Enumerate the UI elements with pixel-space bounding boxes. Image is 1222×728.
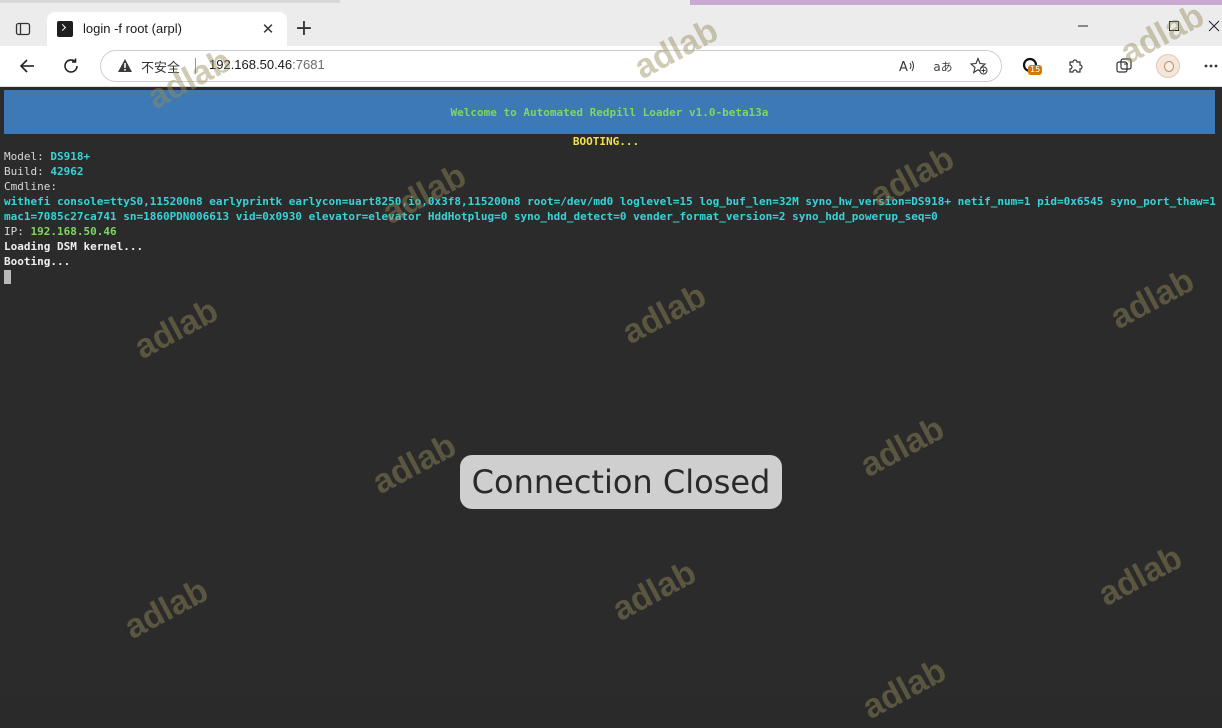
menu-button[interactable] — [1200, 52, 1222, 80]
svg-text:A: A — [899, 60, 908, 74]
model-label: Model: — [4, 150, 51, 163]
ip-label: IP: — [4, 225, 31, 238]
minimize-button[interactable] — [1070, 14, 1096, 38]
avatar — [1156, 54, 1180, 78]
booting-line: Booting... — [4, 255, 71, 268]
booting-status: BOOTING... — [572, 135, 640, 148]
browser-toolbar: 不安全 192.168.50.46:7681 A aあ 15 — [0, 46, 1222, 87]
model-value: DS918+ — [50, 150, 91, 163]
read-aloud-icon[interactable]: A — [897, 56, 917, 76]
build-line: Build: 42962 — [4, 164, 1218, 179]
cmdline-label: Cmdline: — [4, 180, 57, 193]
url-host: 192.168.50.46 — [209, 57, 293, 72]
build-value: 42962 — [50, 165, 84, 178]
terminal-icon — [57, 21, 73, 37]
terminal-cursor — [4, 270, 11, 284]
extension-badge: 15 — [1028, 65, 1043, 75]
tab-close-icon[interactable]: ✕ — [257, 18, 279, 40]
url-port: :7681 — [292, 57, 325, 72]
translate-icon[interactable]: aあ — [933, 56, 953, 76]
new-tab-button[interactable]: + — [292, 17, 316, 41]
favorite-add-icon[interactable] — [969, 56, 989, 76]
background-window-strip — [0, 0, 340, 3]
more-icon — [1204, 64, 1218, 68]
puzzle-icon — [1069, 59, 1083, 73]
collections-button[interactable] — [1110, 52, 1138, 80]
cmdline-value: withefi console=ttyS0,115200n8 earlyprin… — [4, 195, 1216, 223]
address-divider — [195, 58, 196, 74]
arrow-left-icon — [19, 59, 34, 73]
extension-button[interactable]: 15 — [1017, 52, 1045, 80]
close-window-button[interactable] — [1206, 14, 1222, 38]
profile-button[interactable] — [1154, 52, 1182, 80]
connection-closed-overlay: Connection Closed — [460, 455, 782, 509]
extensions-button[interactable] — [1061, 52, 1089, 80]
address-bar[interactable]: 不安全 192.168.50.46:7681 A aあ — [100, 50, 1002, 82]
model-line: Model: DS918+ — [4, 149, 1218, 164]
title-bar: login -f root (arpl) ✕ + — [0, 0, 1222, 46]
security-label[interactable]: 不安全 — [141, 57, 180, 76]
connection-closed-text: Connection Closed — [471, 463, 771, 501]
welcome-banner: Welcome to Automated Redpill Loader v1.0… — [4, 90, 1215, 134]
ip-line: IP: 192.168.50.46 — [4, 224, 1218, 239]
tab-actions-icon[interactable] — [8, 14, 38, 44]
loading-line: Loading DSM kernel... — [4, 240, 144, 253]
terminal-viewport[interactable]: Welcome to Automated Redpill Loader v1.0… — [0, 87, 1222, 694]
maximize-button[interactable] — [1161, 14, 1187, 38]
tab-terminal[interactable]: login -f root (arpl) ✕ — [47, 12, 287, 46]
build-label: Build: — [4, 165, 51, 178]
ip-value: 192.168.50.46 — [30, 225, 117, 238]
terminal-output: Model: DS918+ Build: 42962 Cmdline: with… — [4, 149, 1218, 269]
back-button[interactable] — [13, 52, 41, 80]
tab-title: login -f root (arpl) — [83, 21, 182, 36]
banner-text: Welcome to Automated Redpill Loader v1.0… — [450, 105, 769, 119]
warning-icon[interactable] — [117, 58, 133, 77]
refresh-icon — [64, 58, 78, 73]
collections-icon — [1116, 58, 1132, 73]
background-window-strip-pink — [690, 0, 1222, 5]
refresh-button[interactable] — [57, 52, 85, 80]
url-text[interactable]: 192.168.50.46:7681 — [209, 57, 325, 72]
